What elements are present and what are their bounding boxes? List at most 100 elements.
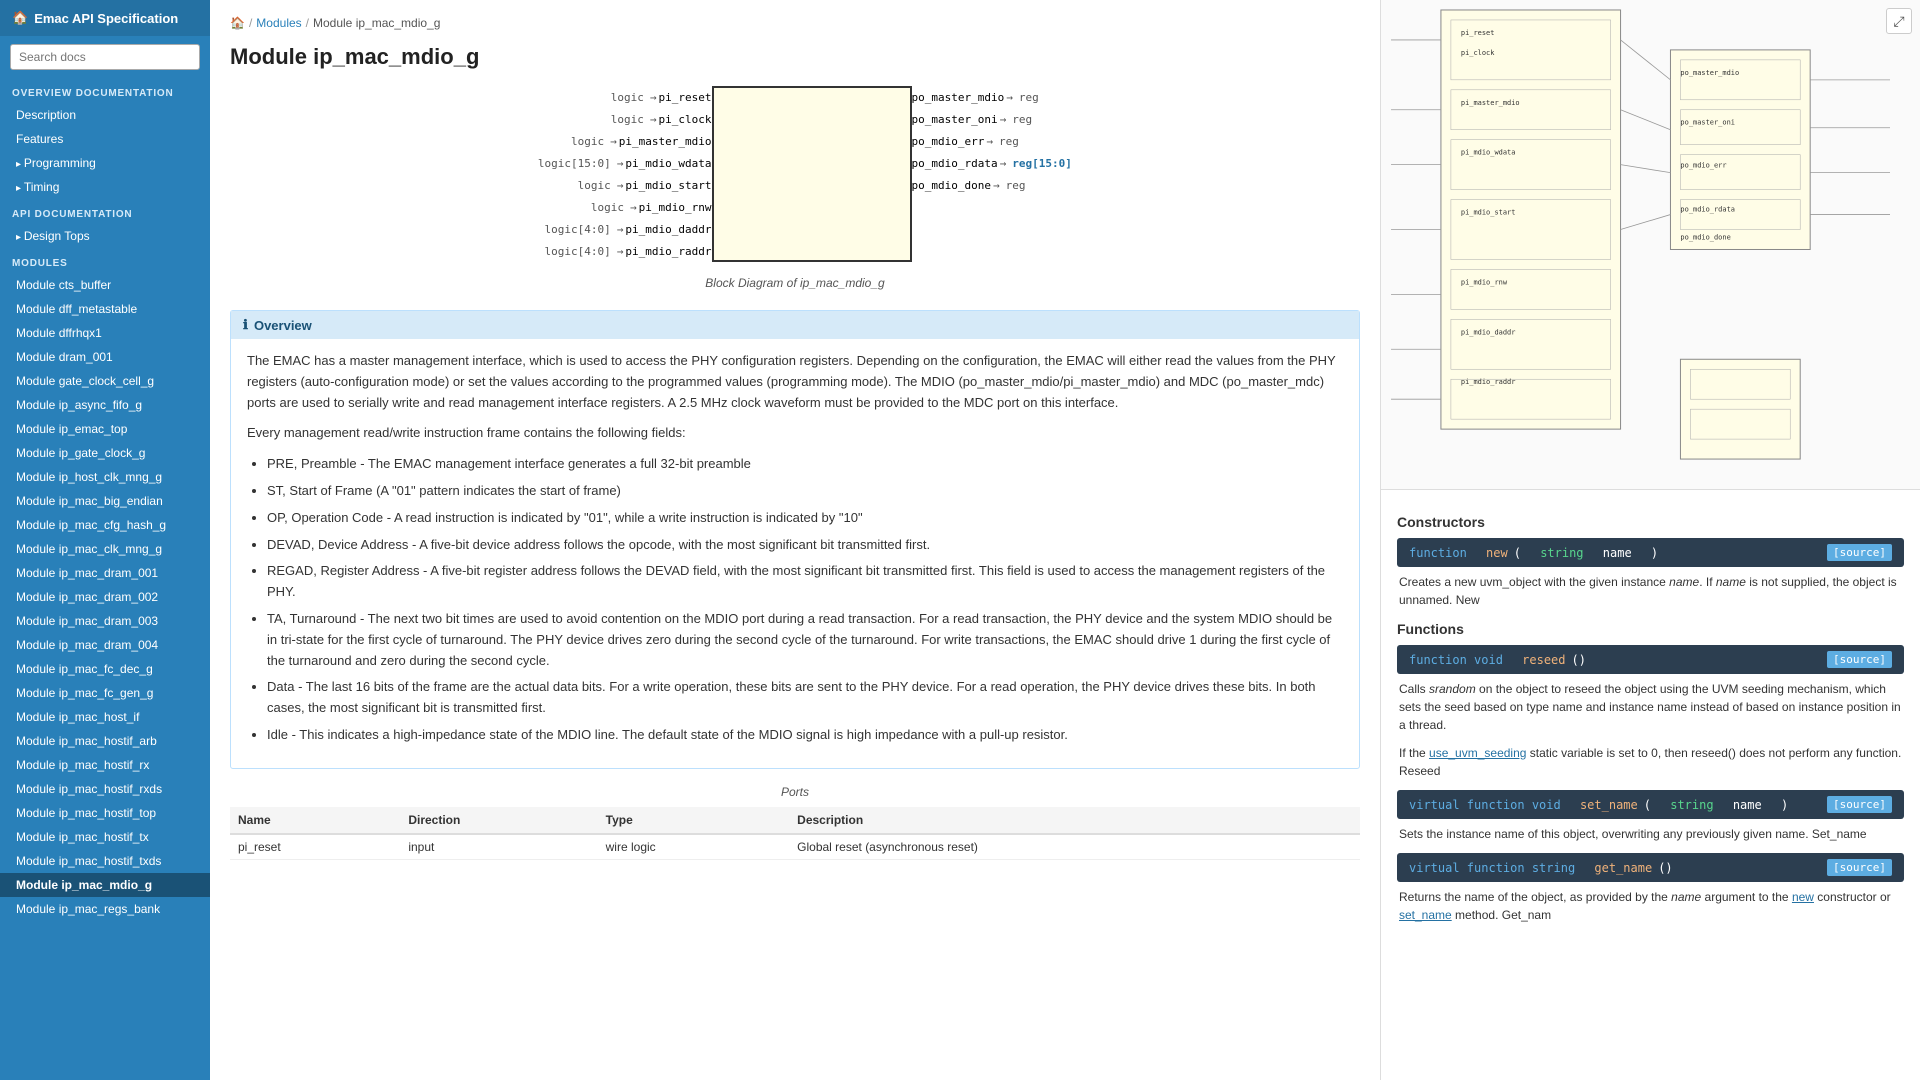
main-area: 🏠 / Modules / Module ip_mac_mdio_g Modul… [210,0,1920,1080]
sidebar-item-dff_metastable[interactable]: Module dff_metastable [0,297,210,321]
sidebar-item-ip_mac_host_if[interactable]: Module ip_mac_host_if [0,705,210,729]
left-port-row: logic → pi_mdio_start [525,175,712,195]
sidebar-item-design-tops[interactable]: Design Tops [0,224,210,248]
sidebar-title: 🏠 Emac API Specification [0,0,210,36]
right-port-row: po_mdio_rdata → reg[15:0] [912,153,1072,173]
fields-list: PRE, Preamble - The EMAC management inte… [247,454,1343,746]
reseed-sig: function void reseed() [source] [1397,645,1904,674]
sidebar-item-programming[interactable]: Programming [0,151,210,175]
right-panel: ⤢ [1380,0,1920,1080]
sidebar-item-dffrhqx1[interactable]: Module dffrhqx1 [0,321,210,345]
sidebar-item-ip_mac_dram_002[interactable]: Module ip_mac_dram_002 [0,585,210,609]
sidebar-item-ip_mac_hostif_top[interactable]: Module ip_mac_hostif_top [0,801,210,825]
left-port-row: logic → pi_mdio_rnw [538,197,711,217]
set-name-link[interactable]: set_name [1399,908,1452,922]
new-source-link[interactable]: [source] [1827,544,1892,561]
sidebar-item-ip_mac_clk_mng_g[interactable]: Module ip_mac_clk_mng_g [0,537,210,561]
expand-button[interactable]: ⤢ [1886,8,1912,34]
right-port-row: po_master_mdio → reg [912,87,1039,107]
get-name-sig: virtual function string get_name() [sour… [1397,853,1904,882]
sig-kw-getname: virtual function string [1409,861,1575,875]
sidebar-item-dram_001[interactable]: Module dram_001 [0,345,210,369]
right-ports: po_master_mdio → regpo_master_oni → regp… [912,87,1072,261]
sidebar-item-ip_async_fifo_g[interactable]: Module ip_async_fifo_g [0,393,210,417]
constructors-title: Constructors [1397,514,1904,530]
port-type: logic [525,179,615,192]
functions-title: Functions [1397,621,1904,637]
fields-intro: Every management read/write instruction … [247,423,1343,444]
use-uvm-seeding-link[interactable]: use_uvm_seeding [1429,746,1526,760]
col-type: Type [598,807,790,834]
col-direction: Direction [400,807,597,834]
sidebar-item-cts_buffer[interactable]: Module cts_buffer [0,273,210,297]
port-name: pi_mdio_raddr [625,245,711,258]
svg-text:po_master_oni: po_master_oni [1680,119,1735,127]
sidebar-item-ip_emac_top[interactable]: Module ip_emac_top [0,417,210,441]
get-name-desc: Returns the name of the object, as provi… [1397,888,1904,924]
sidebar-item-ip_mac_hostif_rx[interactable]: Module ip_mac_hostif_rx [0,753,210,777]
breadcrumb-current: Module ip_mac_mdio_g [313,16,440,30]
overview-intro: The EMAC has a master management interfa… [247,351,1343,413]
port-reg: reg[15:0] [1012,157,1072,170]
port-type: logic [538,201,628,214]
set-name-source-link[interactable]: [source] [1827,796,1892,813]
sidebar-item-ip_mac_hostif_txds[interactable]: Module ip_mac_hostif_txds [0,849,210,873]
ports-table: Name Direction Type Description pi_reset… [230,807,1360,860]
breadcrumb: 🏠 / Modules / Module ip_mac_mdio_g [230,16,1360,30]
sidebar-item-ip_host_clk_mng_g[interactable]: Module ip_host_clk_mng_g [0,465,210,489]
get-name-source-link[interactable]: [source] [1827,859,1892,876]
list-item: PRE, Preamble - The EMAC management inte… [267,454,1343,475]
breadcrumb-modules-link[interactable]: Modules [256,16,301,30]
sidebar-item-ip_mac_big_endian[interactable]: Module ip_mac_big_endian [0,489,210,513]
search-container [0,36,210,78]
sidebar-item-ip_mac_regs_bank[interactable]: Module ip_mac_regs_bank [0,897,210,921]
sidebar-item-ip_mac_mdio_g[interactable]: Module ip_mac_mdio_g [0,873,210,897]
sidebar-sections: Overview DocumentationDescriptionFeature… [0,78,210,921]
sidebar-item-ip_mac_dram_004[interactable]: Module ip_mac_dram_004 [0,633,210,657]
reseed-source-link[interactable]: [source] [1827,651,1892,668]
sidebar-item-ip_mac_dram_003[interactable]: Module ip_mac_dram_003 [0,609,210,633]
list-item: Idle - This indicates a high-impedance s… [267,725,1343,746]
table-cell-description: Global reset (asynchronous reset) [789,834,1360,860]
search-input[interactable] [10,44,200,70]
new-link[interactable]: new [1792,890,1814,904]
sig-name-getname: get_name [1594,861,1652,875]
sidebar-title-text: Emac API Specification [34,11,178,26]
home-breadcrumb-icon[interactable]: 🏠 [230,16,245,30]
sidebar-item-description[interactable]: Description [0,103,210,127]
sidebar-item-timing[interactable]: Timing [0,175,210,199]
port-name: pi_mdio_rnw [639,201,712,214]
page-title: Module ip_mac_mdio_g [230,44,1360,70]
sidebar-item-ip_mac_hostif_arb[interactable]: Module ip_mac_hostif_arb [0,729,210,753]
right-port-row: po_mdio_done → reg [912,175,1026,195]
port-name: po_master_oni [912,113,998,126]
sidebar-item-ip_gate_clock_g[interactable]: Module ip_gate_clock_g [0,441,210,465]
sig-name-new: new [1486,546,1508,560]
port-name: pi_clock [659,113,712,126]
port-reg: reg [999,135,1019,148]
col-description: Description [789,807,1360,834]
list-item: Data - The last 16 bits of the frame are… [267,677,1343,719]
sidebar-item-ip_mac_hostif_tx[interactable]: Module ip_mac_hostif_tx [0,825,210,849]
api-panel: Constructors function new( string name )… [1381,490,1920,946]
sidebar-item-ip_mac_cfg_hash_g[interactable]: Module ip_mac_cfg_hash_g [0,513,210,537]
block-diagram: logic → pi_resetlogic → pi_clocklogic → … [230,86,1360,304]
sidebar-item-ip_mac_hostif_rxds[interactable]: Module ip_mac_hostif_rxds [0,777,210,801]
new-desc: Creates a new uvm_object with the given … [1397,573,1904,609]
port-reg: reg [1006,179,1026,192]
sidebar-item-ip_mac_dram_001[interactable]: Module ip_mac_dram_001 [0,561,210,585]
ports-tbody: pi_resetinputwire logicGlobal reset (asy… [230,834,1360,860]
sidebar-item-ip_mac_fc_gen_g[interactable]: Module ip_mac_fc_gen_g [0,681,210,705]
svg-text:pi_mdio_raddr: pi_mdio_raddr [1461,378,1516,386]
sig-name-setname: set_name [1580,798,1638,812]
overview-body: The EMAC has a master management interfa… [231,339,1359,768]
sidebar-item-features[interactable]: Features [0,127,210,151]
sidebar-item-ip_mac_fc_dec_g[interactable]: Module ip_mac_fc_dec_g [0,657,210,681]
port-type: logic[15:0] [525,157,615,170]
sidebar-item-gate_clock_cell_g[interactable]: Module gate_clock_cell_g [0,369,210,393]
svg-text:pi_reset: pi_reset [1461,29,1495,37]
right-port-row: po_mdio_err → reg [912,131,1019,151]
port-name: pi_mdio_start [625,179,711,192]
table-cell-type: wire logic [598,834,790,860]
left-port-row: logic → pi_reset [558,87,712,107]
